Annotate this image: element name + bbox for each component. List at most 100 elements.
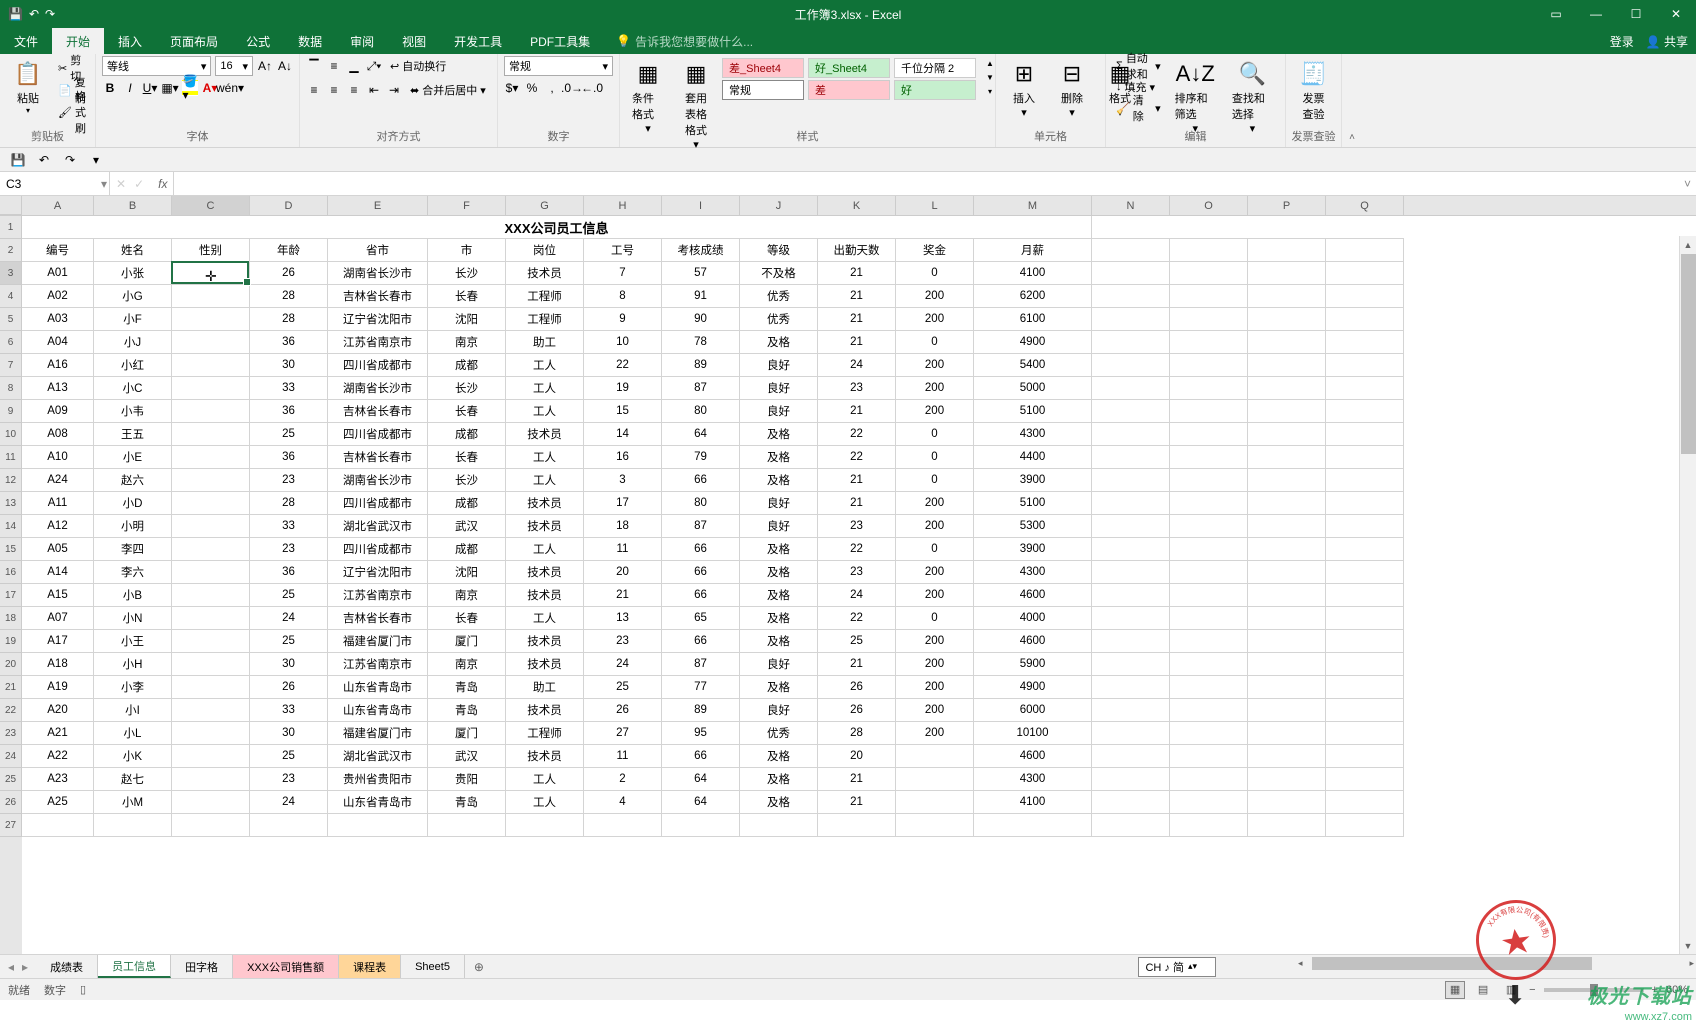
cell[interactable] (1170, 423, 1248, 446)
font-size-combo[interactable]: 16▾ (215, 56, 253, 76)
cell[interactable] (584, 814, 662, 837)
undo-icon[interactable]: ↶ (29, 7, 39, 21)
cell[interactable] (1170, 331, 1248, 354)
ribbon-options-icon[interactable]: ▭ (1536, 0, 1576, 28)
cell[interactable] (328, 814, 428, 837)
cell[interactable] (22, 814, 94, 837)
cell[interactable]: 4300 (974, 768, 1092, 791)
cell[interactable] (1092, 630, 1170, 653)
cell[interactable] (1248, 377, 1326, 400)
cell[interactable]: 66 (662, 538, 740, 561)
cell[interactable]: 四川省成都市 (328, 354, 428, 377)
cell[interactable]: 辽宁省沈阳市 (328, 561, 428, 584)
cell[interactable]: 长春 (428, 607, 506, 630)
underline-icon[interactable]: U▾ (142, 80, 158, 96)
zoom-in-icon[interactable]: + (1652, 984, 1658, 996)
cell[interactable] (1092, 308, 1170, 331)
cell[interactable]: 87 (662, 653, 740, 676)
formula-input[interactable] (174, 172, 1679, 195)
cell[interactable]: 良好 (740, 515, 818, 538)
cell[interactable]: 技术员 (506, 262, 584, 285)
cell[interactable]: 8 (584, 285, 662, 308)
column-header[interactable]: L (896, 196, 974, 215)
cell[interactable] (1326, 492, 1404, 515)
column-header[interactable]: H (584, 196, 662, 215)
cell[interactable]: 南京 (428, 331, 506, 354)
maximize-icon[interactable]: ☐ (1616, 0, 1656, 28)
border-icon[interactable]: ▦▾ (162, 80, 178, 96)
row-header[interactable]: 23 (0, 722, 22, 745)
cell[interactable]: 5100 (974, 400, 1092, 423)
cell[interactable]: 小D (94, 492, 172, 515)
cell[interactable]: 江苏省南京市 (328, 653, 428, 676)
cell[interactable] (1170, 469, 1248, 492)
sort-filter-button[interactable]: A↓Z排序和筛选▾ (1169, 56, 1222, 137)
cell[interactable]: 4900 (974, 676, 1092, 699)
cell[interactable]: 22 (584, 354, 662, 377)
vertical-scrollbar[interactable]: ▲▼ (1679, 236, 1696, 954)
cell[interactable]: 5100 (974, 492, 1092, 515)
cell[interactable] (1326, 469, 1404, 492)
cell[interactable]: 25 (250, 745, 328, 768)
cell[interactable]: 66 (662, 561, 740, 584)
cell[interactable] (1170, 561, 1248, 584)
sheet-tab[interactable]: 成绩表 (36, 955, 98, 978)
cell[interactable]: 及格 (740, 791, 818, 814)
cell[interactable] (1248, 653, 1326, 676)
share-button[interactable]: 👤 共享 (1646, 33, 1688, 50)
cell[interactable]: 青岛 (428, 699, 506, 722)
row-header[interactable]: 11 (0, 446, 22, 469)
cell[interactable] (1170, 377, 1248, 400)
cell[interactable]: 57 (662, 262, 740, 285)
cell[interactable]: 吉林省长春市 (328, 400, 428, 423)
cell[interactable]: 小张 (94, 262, 172, 285)
ribbon-tab[interactable]: 公式 (232, 28, 284, 54)
cell-style-normal[interactable]: 常规 (722, 80, 804, 100)
ribbon-tab[interactable]: PDF工具集 (516, 28, 604, 54)
increase-decimal-icon[interactable]: .0→ (564, 80, 580, 96)
cell[interactable]: 21 (818, 262, 896, 285)
cell[interactable] (1248, 308, 1326, 331)
insert-cells-button[interactable]: ⊞插入▾ (1002, 56, 1046, 121)
cell[interactable]: 28 (818, 722, 896, 745)
cell[interactable]: 0 (896, 423, 974, 446)
cell[interactable]: 市 (428, 239, 506, 262)
cell[interactable]: A13 (22, 377, 94, 400)
cell[interactable] (1248, 262, 1326, 285)
row-header[interactable]: 14 (0, 515, 22, 538)
cell[interactable] (506, 814, 584, 837)
sheet-tab[interactable]: 田字格 (171, 955, 233, 978)
cell[interactable]: 21 (818, 400, 896, 423)
cell[interactable]: 省市 (328, 239, 428, 262)
cell[interactable]: 小王 (94, 630, 172, 653)
cell[interactable]: 10 (584, 331, 662, 354)
cell[interactable] (172, 722, 250, 745)
cell[interactable]: A10 (22, 446, 94, 469)
cell[interactable]: 厦门 (428, 630, 506, 653)
cell[interactable] (1326, 768, 1404, 791)
row-header[interactable]: 7 (0, 354, 22, 377)
decrease-indent-icon[interactable]: ⇤ (366, 82, 382, 98)
cell[interactable]: 33 (250, 377, 328, 400)
comma-format-icon[interactable]: , (544, 80, 560, 96)
cell[interactable] (1248, 630, 1326, 653)
login-link[interactable]: 登录 (1610, 33, 1634, 50)
cell[interactable]: 30 (250, 653, 328, 676)
cell[interactable]: 考核成绩 (662, 239, 740, 262)
cell[interactable]: A04 (22, 331, 94, 354)
cell[interactable] (1326, 630, 1404, 653)
cell[interactable]: 出勤天数 (818, 239, 896, 262)
cell[interactable]: 0 (896, 331, 974, 354)
cell[interactable]: 成都 (428, 354, 506, 377)
cell[interactable]: 4600 (974, 584, 1092, 607)
cell[interactable] (1092, 653, 1170, 676)
cell[interactable]: 武汉 (428, 745, 506, 768)
cell[interactable]: 36 (250, 400, 328, 423)
cell[interactable] (1326, 354, 1404, 377)
cell[interactable] (1326, 239, 1404, 262)
column-header[interactable]: C (172, 196, 250, 215)
cell[interactable]: 3900 (974, 469, 1092, 492)
row-header[interactable]: 20 (0, 653, 22, 676)
row-header[interactable]: 22 (0, 699, 22, 722)
cell[interactable]: 湖南省长沙市 (328, 262, 428, 285)
